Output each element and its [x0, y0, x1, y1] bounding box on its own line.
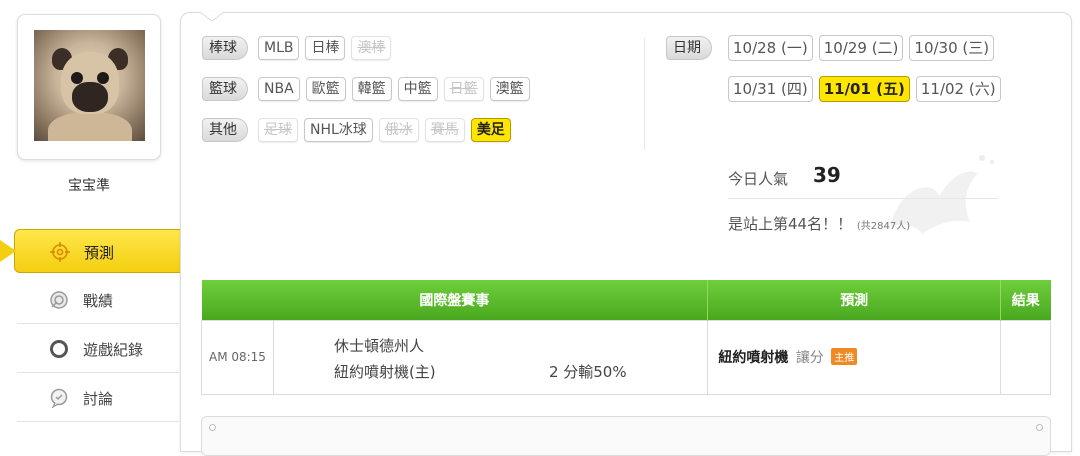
popularity-value: 39 [813, 163, 841, 187]
handicap: 2 分輸50% [548, 362, 627, 381]
nav-item-label: 討論 [83, 390, 114, 408]
corner-dot [209, 424, 216, 431]
main-pick-badge: 主推 [831, 348, 858, 365]
prediction-team[interactable]: 紐約噴射機 [718, 350, 788, 366]
nav-item-history[interactable]: 遊戲紀錄 [17, 325, 179, 373]
nav-item-label: 遊戲紀錄 [83, 341, 144, 359]
result-cell [1000, 319, 1051, 395]
home-team: 紐約噴射機(主) [333, 362, 436, 381]
rank-main: 是站上第44名！！ [728, 215, 853, 233]
chart-icon [49, 290, 69, 314]
date-row-1: 10/28 (一) 10/29 (二) 10/30 (三) [728, 35, 995, 61]
date-label-wrap: 日期 [666, 36, 716, 60]
sport-tag-china-basketball[interactable]: 中籃 [397, 77, 438, 101]
rank-sub: (共2847人) [856, 221, 911, 232]
sport-tag-japan-baseball[interactable]: 日棒 [305, 36, 346, 60]
sport-tag-japan-basketball: 日籃 [443, 77, 484, 101]
avatar[interactable] [34, 30, 145, 141]
sport-tag-australia-baseball: 澳棒 [351, 36, 392, 60]
nav-item-label: 預測 [84, 244, 115, 262]
sport-tag-russia-hockey: 俄冰 [378, 118, 419, 142]
sport-tag-europe-basketball[interactable]: 歐籃 [305, 77, 346, 101]
sport-tag-korea-basketball[interactable]: 韓籃 [351, 77, 392, 101]
filter-divider [644, 38, 645, 150]
panel-notch [200, 12, 224, 22]
rank-text: 是站上第44名！！ (共2847人) [728, 213, 910, 234]
rank-divider [728, 198, 998, 199]
popularity-label: 今日人氣 [728, 170, 789, 188]
nav-item-label: 戰績 [83, 292, 114, 310]
category-label-basketball: 籃球 [202, 77, 248, 101]
prediction-table: 國際盤賽事 預測 結果 AM 08:15 休士頓德州人 紐約噴射機(主) 2 分… [201, 280, 1051, 395]
avatar-muzzle-shape [72, 82, 108, 112]
nav-active-arrow [0, 240, 16, 262]
sport-tag-nba[interactable]: NBA [258, 77, 300, 101]
filter-row-basketball: 籃球 NBA 歐籃 韓籃 中籃 日籃 澳籃 [202, 76, 530, 102]
date-button[interactable]: 10/30 (三) [909, 35, 995, 61]
filter-row-other: 其他 足球 NHL冰球 俄冰 賽馬 美足 [202, 117, 511, 143]
category-label-baseball: 棒球 [202, 36, 248, 60]
date-button[interactable]: 10/28 (一) [728, 35, 813, 61]
date-button-selected[interactable]: 11/01 (五) [818, 76, 910, 102]
target-icon [50, 242, 70, 266]
sport-tag-soccer: 足球 [258, 118, 298, 142]
filter-row-baseball: 棒球 MLB 日棒 澳棒 [202, 35, 392, 61]
record-icon [49, 339, 69, 363]
sport-tag-american-football[interactable]: 美足 [470, 118, 511, 142]
header-result: 結果 [1000, 280, 1051, 320]
next-section-box [201, 416, 1051, 456]
profile-card [17, 14, 161, 160]
sport-tag-australia-basketball[interactable]: 澳籃 [489, 77, 530, 101]
sport-tag-horse-racing: 賽馬 [424, 118, 465, 142]
prediction-type: 讓分 [795, 350, 824, 366]
header-prediction: 預測 [707, 280, 1002, 320]
nav-item-record[interactable]: 戰績 [17, 276, 179, 324]
user-name: 宝宝準 [68, 178, 110, 194]
avatar-eye-shape [97, 72, 109, 84]
sport-tag-nhl[interactable]: NHL冰球 [304, 118, 373, 142]
match-teams: 休士頓德州人 紐約噴射機(主) 2 分輸50% [272, 319, 709, 395]
category-label-other: 其他 [202, 118, 248, 142]
chat-icon [49, 388, 69, 412]
date-label: 日期 [666, 36, 712, 60]
table-header-row: 國際盤賽事 預測 結果 [201, 280, 1051, 320]
date-button[interactable]: 11/02 (六) [915, 76, 1001, 102]
nav-item-predict[interactable]: 預測 [0, 229, 190, 273]
nav-item-discuss[interactable]: 討論 [17, 374, 179, 422]
away-team: 休士頓德州人 [333, 336, 424, 355]
header-match: 國際盤賽事 [201, 280, 709, 320]
corner-dot [1036, 424, 1043, 431]
table-row: AM 08:15 休士頓德州人 紐約噴射機(主) 2 分輸50% 紐約噴射機 讓… [201, 319, 1051, 395]
sport-tag-mlb[interactable]: MLB [258, 36, 300, 60]
match-time: AM 08:15 [201, 319, 274, 395]
date-button[interactable]: 10/29 (二) [818, 35, 904, 61]
prediction-cell: 紐約噴射機 讓分 主推 [707, 319, 1002, 395]
avatar-body-shape [48, 112, 132, 141]
date-row-2: 10/31 (四) 11/01 (五) 11/02 (六) [728, 76, 1001, 102]
date-button[interactable]: 10/31 (四) [728, 76, 813, 102]
